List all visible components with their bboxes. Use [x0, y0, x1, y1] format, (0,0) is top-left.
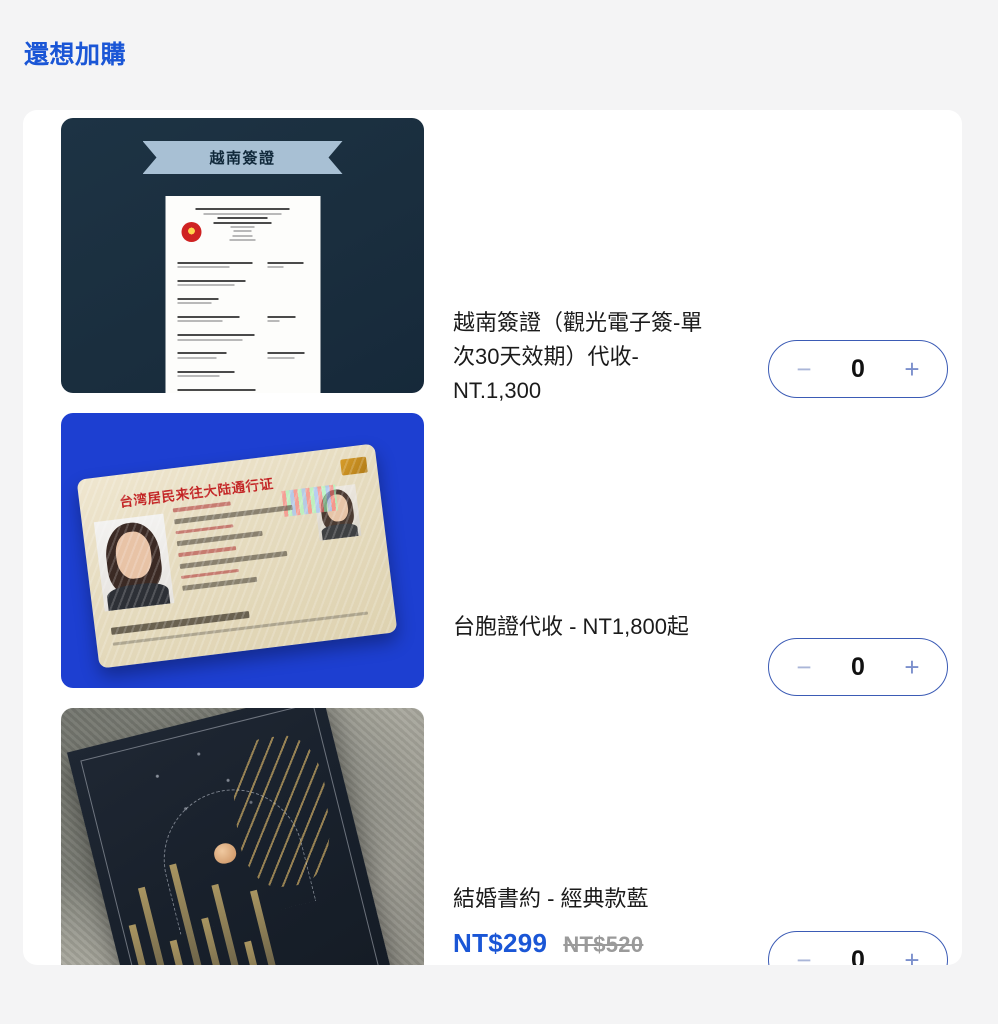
id-ghost-photo [313, 484, 362, 541]
quantity-stepper[interactable]: − 0 + [768, 638, 948, 696]
page-title: 還想加購 [24, 41, 127, 69]
list-item[interactable]: 越南簽證 越南簽證（觀光電子簽-單次30天效期）代收-NT.1,300 − 0 … [23, 110, 962, 405]
quantity-value: 0 [851, 354, 865, 383]
id-field-lines [172, 492, 321, 599]
quantity-stepper[interactable]: − 0 + [768, 931, 948, 965]
visa-ribbon-banner: 越南簽證 [142, 141, 343, 174]
product-title: 越南簽證（觀光電子簽-單次30天效期）代收-NT.1,300 [453, 310, 703, 404]
page-root: 還想加購 越南簽證 越南簽證（觀光電子簽-單次30天效期）代收-NT.1,300… [0, 0, 998, 1024]
product-title: 結婚書約 - 經典款藍 [453, 886, 649, 911]
addon-products-card: 越南簽證 越南簽證（觀光電子簽-單次30天效期）代收-NT.1,300 − 0 … [23, 110, 962, 965]
id-chip-icon [340, 456, 368, 476]
increment-button[interactable]: + [899, 654, 925, 680]
id-portrait-photo [93, 513, 175, 612]
vietnam-emblem-icon [181, 222, 201, 242]
id-card-title: 台湾居民来往大陆通行证 [118, 476, 275, 510]
visa-document-graphic [165, 196, 320, 393]
certificate-image-background [61, 708, 424, 965]
id-hologram-icon [281, 484, 339, 517]
list-item[interactable]: 結婚書約 - 經典款藍 NT$299 NT$520 − 0 + [23, 700, 962, 965]
marriage-certificate-graphic [66, 708, 402, 965]
product-image-vietnam-visa[interactable]: 越南簽證 [61, 118, 424, 393]
decrement-button[interactable]: − [791, 356, 817, 382]
current-price: NT$299 [453, 928, 548, 959]
decrement-button[interactable]: − [791, 654, 817, 680]
visa-image-background: 越南簽證 [61, 118, 424, 393]
id-card-graphic: 台湾居民来往大陆通行证 [76, 443, 398, 669]
product-info: 台胞證代收 - NT1,800起 [453, 610, 723, 644]
id-number-lines [110, 595, 380, 652]
increment-button[interactable]: + [899, 356, 925, 382]
quantity-value: 0 [851, 652, 865, 681]
product-image-marriage-certificate[interactable] [61, 708, 424, 965]
increment-button[interactable]: + [899, 947, 925, 965]
price-row: NT$299 NT$520 [453, 928, 723, 959]
product-image-taiwan-compatriot-permit[interactable]: 台湾居民来往大陆通行证 [61, 413, 424, 688]
product-list: 越南簽證 越南簽證（觀光電子簽-單次30天效期）代收-NT.1,300 − 0 … [23, 110, 962, 965]
product-info: 越南簽證（觀光電子簽-單次30天效期）代收-NT.1,300 [453, 306, 723, 408]
quantity-value: 0 [851, 945, 865, 966]
decrement-button[interactable]: − [791, 947, 817, 965]
product-info: 結婚書約 - 經典款藍 NT$299 NT$520 [453, 882, 723, 959]
original-price: NT$520 [563, 932, 644, 958]
list-item[interactable]: 台湾居民来往大陆通行证 台胞證代收 - NT1,800起 − 0 + [23, 405, 962, 700]
document-field-lines [177, 259, 308, 393]
quantity-stepper[interactable]: − 0 + [768, 340, 948, 398]
visa-ribbon-label: 越南簽證 [209, 150, 276, 167]
product-title: 台胞證代收 - NT1,800起 [453, 614, 689, 639]
permit-image-background: 台湾居民来往大陆通行证 [61, 413, 424, 688]
